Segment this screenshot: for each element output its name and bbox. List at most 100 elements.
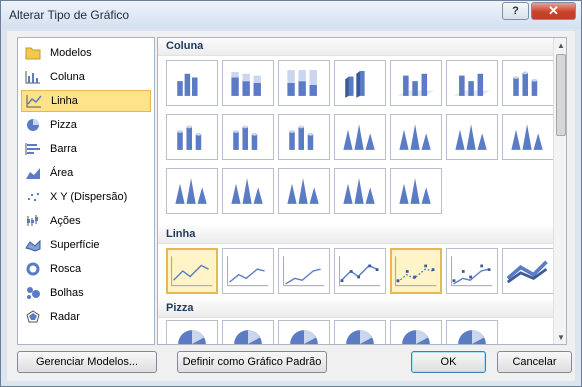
chart-thumbnail-icon <box>402 330 430 344</box>
chart-thumbnail-icon <box>233 125 258 150</box>
gallery-scrollbar[interactable]: ▲ ▼ <box>553 38 566 344</box>
category-item-barra[interactable]: Barra <box>21 138 151 160</box>
category-label: Coluna <box>50 71 85 83</box>
line-subtype-tile[interactable] <box>222 248 274 294</box>
section-header-coluna: Coluna <box>158 38 553 56</box>
scrollbar-thumb[interactable] <box>556 54 566 136</box>
surface-chart-icon <box>25 237 41 253</box>
pie-subtype-tile[interactable] <box>166 320 218 344</box>
section-header-pizza: Pizza <box>158 300 553 318</box>
category-item-area[interactable]: Área <box>21 162 151 184</box>
bubble-chart-icon <box>25 285 41 301</box>
column-subtype-tile[interactable] <box>446 114 498 160</box>
column-subtype-tile[interactable] <box>222 114 274 160</box>
column-subtype-tile[interactable] <box>334 114 386 160</box>
section-header-linha: Linha <box>158 226 553 244</box>
category-label: Linha <box>51 95 78 107</box>
chart-thumbnail-icon <box>343 178 375 204</box>
pie-subtype-tile[interactable] <box>446 320 498 344</box>
category-label: Barra <box>50 143 77 155</box>
chart-thumbnail-icon <box>177 125 202 150</box>
column-subtype-tile[interactable] <box>334 168 386 214</box>
chart-thumbnail-icon <box>178 330 206 344</box>
chart-thumbnail-icon <box>513 71 538 96</box>
chart-thumbnail-icon <box>287 70 317 96</box>
cancel-button[interactable]: Cancelar <box>497 351 572 373</box>
dialog-body: Modelos Coluna Linha Pizza Barra Área X … <box>7 31 575 381</box>
category-item-dispersao[interactable]: X Y (Dispersão) <box>21 186 151 208</box>
column-subtype-tile[interactable] <box>334 60 386 106</box>
chart-thumbnail-icon <box>397 73 435 96</box>
column-subtype-tile[interactable] <box>390 114 442 160</box>
chart-thumbnail-icon <box>455 124 487 150</box>
manage-templates-button[interactable]: Gerenciar Modelos... <box>17 351 157 373</box>
column-chart-icon <box>25 69 41 85</box>
chart-subtype-gallery: Coluna Linha Pizza ▲ ▼ <box>157 37 567 345</box>
chart-thumbnail-icon <box>290 330 318 344</box>
help-button[interactable]: ? <box>502 2 529 20</box>
category-item-pizza[interactable]: Pizza <box>21 114 151 136</box>
chart-thumbnail-icon <box>345 71 365 98</box>
close-button[interactable]: ✕ <box>531 2 576 20</box>
folder-icon <box>25 45 41 61</box>
chart-thumbnail-icon <box>453 73 491 96</box>
column-subtype-tile[interactable] <box>166 60 218 106</box>
category-item-acoes[interactable]: Ações <box>21 210 151 232</box>
chart-thumbnail-icon <box>175 178 207 204</box>
area-chart-icon <box>25 165 41 181</box>
chart-thumbnail-icon <box>395 256 437 287</box>
column-subtype-tile[interactable] <box>278 114 330 160</box>
chart-thumbnail-icon <box>234 330 262 344</box>
column-subtype-tile[interactable] <box>166 114 218 160</box>
column-subtype-tile[interactable] <box>390 60 442 106</box>
chart-thumbnail-icon <box>399 178 431 204</box>
chart-category-list: Modelos Coluna Linha Pizza Barra Área X … <box>17 37 155 345</box>
category-item-modelos[interactable]: Modelos <box>21 42 151 64</box>
chart-thumbnail-icon <box>289 125 314 150</box>
category-item-linha[interactable]: Linha <box>21 90 151 112</box>
category-item-superficie[interactable]: Superfície <box>21 234 151 256</box>
pie-subtype-tile[interactable] <box>390 320 442 344</box>
category-label: Superfície <box>50 239 100 251</box>
column-subtype-tile[interactable] <box>222 60 274 106</box>
title-bar: Alterar Tipo de Gráfico ? ✕ <box>1 1 581 29</box>
set-default-chart-button[interactable]: Definir como Gráfico Padrão <box>177 351 327 373</box>
column-subtype-tile[interactable] <box>278 60 330 106</box>
line-subtype-tile[interactable] <box>446 248 498 294</box>
category-item-coluna[interactable]: Coluna <box>21 66 151 88</box>
chart-thumbnail-icon <box>177 73 198 96</box>
line-subtype-tile[interactable] <box>278 248 330 294</box>
column-subtype-tile[interactable] <box>166 168 218 214</box>
scatter-chart-icon <box>25 189 41 205</box>
ok-button[interactable]: OK <box>411 351 486 373</box>
category-item-rosca[interactable]: Rosca <box>21 258 151 280</box>
chart-thumbnail-icon <box>231 178 263 204</box>
line-chart-icon <box>26 93 42 109</box>
line-subtype-tile[interactable] <box>334 248 386 294</box>
pie-subtype-tile[interactable] <box>222 320 274 344</box>
section-title: Linha <box>166 228 196 240</box>
chart-thumbnail-icon <box>171 256 213 287</box>
pie-subtype-tile[interactable] <box>278 320 330 344</box>
pie-subtype-tile[interactable] <box>334 320 386 344</box>
line-subtype-tile[interactable] <box>502 248 554 294</box>
dialog-title: Alterar Tipo de Gráfico <box>9 8 130 22</box>
category-item-bolhas[interactable]: Bolhas <box>21 282 151 304</box>
category-label: Área <box>50 167 74 179</box>
scroll-down-arrow-icon[interactable]: ▼ <box>554 330 566 344</box>
line-subtype-tile[interactable] <box>390 248 442 294</box>
chart-thumbnail-icon <box>227 256 269 287</box>
scroll-up-arrow-icon[interactable]: ▲ <box>554 38 566 52</box>
column-subtype-tile[interactable] <box>446 60 498 106</box>
section-title: Pizza <box>166 302 194 314</box>
line-subtype-tile[interactable] <box>166 248 218 294</box>
category-item-radar[interactable]: Radar <box>21 306 151 328</box>
column-subtype-tile[interactable] <box>390 168 442 214</box>
chart-thumbnail-icon <box>231 71 261 96</box>
column-subtype-tile[interactable] <box>502 114 554 160</box>
column-subtype-tile[interactable] <box>278 168 330 214</box>
chart-thumbnail-icon <box>339 256 381 287</box>
column-subtype-tile[interactable] <box>222 168 274 214</box>
column-subtype-tile[interactable] <box>502 60 554 106</box>
chart-thumbnail-icon <box>458 330 486 344</box>
